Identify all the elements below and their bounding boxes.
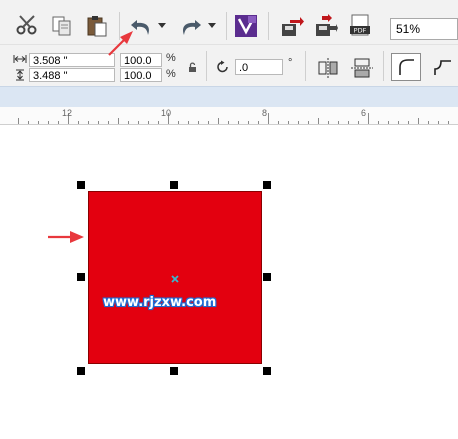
ruler-tick xyxy=(38,121,39,124)
separator xyxy=(226,12,227,40)
width-input[interactable]: 3.508 " xyxy=(29,53,115,67)
standard-toolbar: PDF 51% xyxy=(0,0,458,44)
ruler-tick xyxy=(328,121,329,124)
property-bar: 3.508 " 3.488 " 100.0 100.0 % % .0 ° xyxy=(0,44,458,87)
selection-handle[interactable] xyxy=(263,181,271,189)
separator xyxy=(383,51,384,81)
ruler-tick xyxy=(178,121,179,124)
zoom-combobox[interactable]: 51% xyxy=(390,18,458,40)
width-value: 3.508 " xyxy=(33,55,68,67)
copy-icon[interactable] xyxy=(50,14,74,38)
selection-handle[interactable] xyxy=(263,367,271,375)
selection-handle[interactable] xyxy=(170,367,178,375)
ruler-label: 10 xyxy=(161,108,172,118)
scalloped-corner-button[interactable] xyxy=(427,53,457,81)
rotation-input[interactable]: .0 xyxy=(235,59,283,75)
ruler-tick xyxy=(448,121,449,124)
launcher-icon[interactable] xyxy=(233,13,259,39)
ruler-tick xyxy=(98,121,99,124)
ruler-tick xyxy=(158,121,159,124)
ruler-label: 12 xyxy=(62,108,73,118)
ruler-tick xyxy=(188,121,189,124)
separator xyxy=(268,12,269,40)
rotation-value: .0 xyxy=(239,62,249,74)
ruler-tick xyxy=(308,121,309,124)
scissors-icon[interactable] xyxy=(14,13,40,37)
height-input[interactable]: 3.488 " xyxy=(29,68,115,82)
selection-handle[interactable] xyxy=(170,181,178,189)
redo-icon[interactable] xyxy=(175,15,205,39)
ruler-tick xyxy=(338,121,339,124)
ruler-tick xyxy=(368,113,369,124)
ruler-tick xyxy=(198,121,199,124)
ruler-tick xyxy=(218,118,219,124)
scale-y-input[interactable]: 100.0 xyxy=(120,68,162,82)
ruler-tick xyxy=(28,121,29,124)
ruler-tick xyxy=(408,121,409,124)
ruler-tick xyxy=(378,121,379,124)
ruler-tick xyxy=(48,121,49,124)
ruler-tick xyxy=(248,121,249,124)
separator xyxy=(305,51,306,81)
ruler-tick xyxy=(428,121,429,124)
selection-handle[interactable] xyxy=(263,273,271,281)
ruler-tick xyxy=(238,121,239,124)
scale-x-percent: % xyxy=(166,52,176,64)
ruler-tick xyxy=(348,121,349,124)
watermark-text: www.rjzxw.com xyxy=(103,295,217,310)
width-icon xyxy=(13,53,27,65)
ruler-tick xyxy=(78,121,79,124)
undo-dropdown-icon[interactable] xyxy=(157,20,167,32)
horizontal-ruler[interactable]: 12 10 8 6 xyxy=(0,107,458,125)
ruler-tick xyxy=(288,121,289,124)
separator xyxy=(206,51,207,81)
ruler-tick xyxy=(18,118,19,124)
mirror-vertical-icon[interactable] xyxy=(350,57,374,79)
height-value: 3.488 " xyxy=(33,70,68,82)
document-tab-bar xyxy=(0,86,458,108)
svg-text:PDF: PDF xyxy=(354,27,367,35)
ruler-label: 8 xyxy=(262,108,268,118)
ruler-tick xyxy=(388,121,389,124)
ruler-label: 6 xyxy=(361,108,367,118)
ruler-tick xyxy=(298,121,299,124)
selection-handle[interactable] xyxy=(77,273,85,281)
rotation-icon xyxy=(215,59,231,75)
redo-dropdown-icon[interactable] xyxy=(207,20,217,32)
ruler-tick xyxy=(438,121,439,124)
export-icon[interactable] xyxy=(313,13,339,39)
ruler-tick xyxy=(88,121,89,124)
ruler-tick xyxy=(228,121,229,124)
ruler-tick xyxy=(268,113,269,124)
scale-y-percent: % xyxy=(166,68,176,80)
selection-handle[interactable] xyxy=(77,367,85,375)
height-icon xyxy=(13,69,27,81)
ruler-tick xyxy=(278,121,279,124)
round-corner-button[interactable] xyxy=(391,53,421,81)
mirror-horizontal-icon[interactable] xyxy=(316,57,340,79)
pdf-icon[interactable]: PDF xyxy=(347,13,373,39)
import-icon[interactable] xyxy=(279,13,305,39)
ruler-tick xyxy=(318,118,319,124)
ruler-tick xyxy=(148,121,149,124)
annotation-arrow-icon xyxy=(46,229,86,245)
center-marker-icon[interactable] xyxy=(169,272,181,284)
ruler-tick xyxy=(128,121,129,124)
scale-y-value: 100.0 xyxy=(124,70,152,82)
selection-handle[interactable] xyxy=(77,181,85,189)
ruler-tick xyxy=(108,121,109,124)
annotation-arrow-icon xyxy=(105,28,139,58)
ruler-tick xyxy=(258,121,259,124)
ruler-tick xyxy=(208,121,209,124)
ruler-tick xyxy=(138,121,139,124)
ruler-tick xyxy=(418,118,419,124)
ruler-tick xyxy=(58,121,59,124)
zoom-value: 51% xyxy=(396,22,421,36)
ruler-tick xyxy=(358,121,359,124)
ruler-tick xyxy=(118,118,119,124)
lock-ratio-icon[interactable] xyxy=(186,60,198,74)
ruler-tick xyxy=(398,121,399,124)
degree-symbol: ° xyxy=(288,57,293,69)
